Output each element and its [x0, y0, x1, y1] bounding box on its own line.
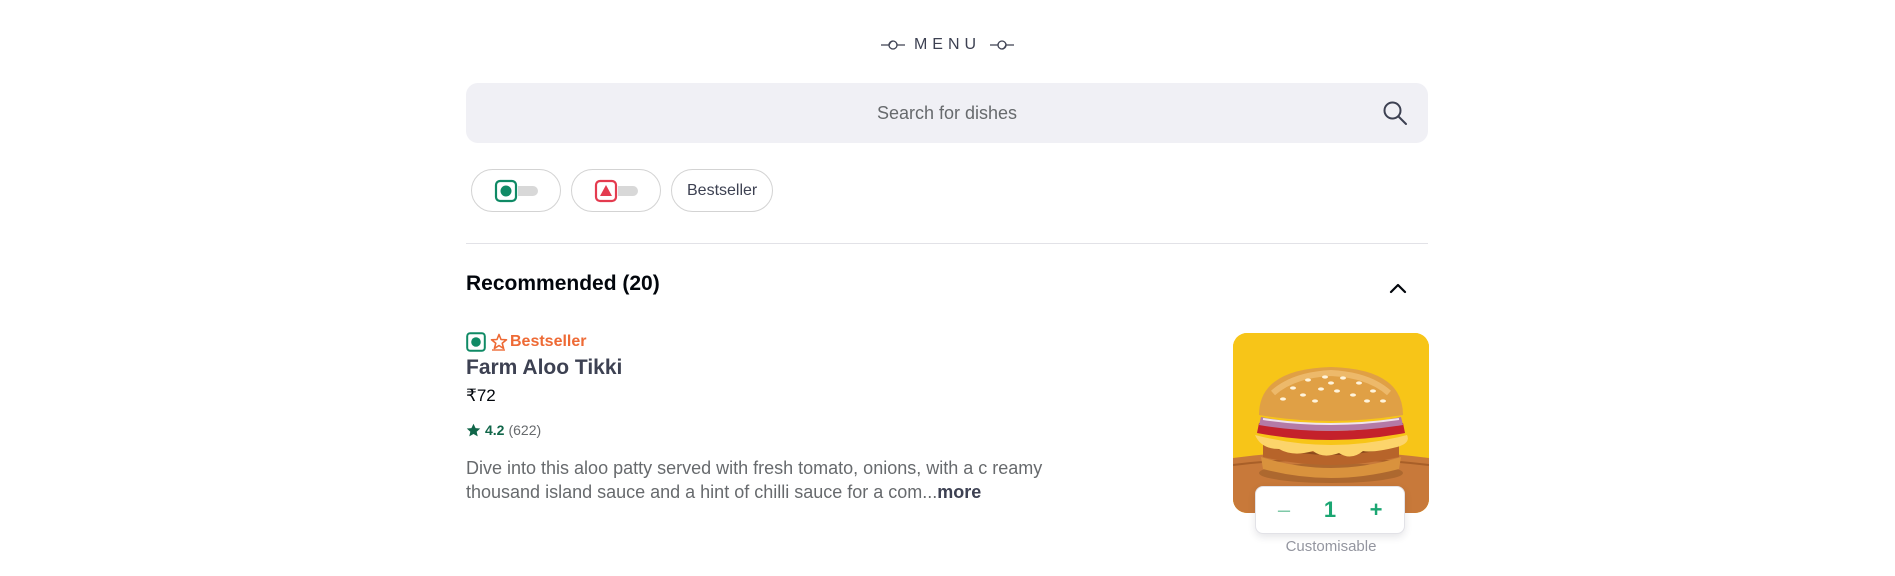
veg-icon	[466, 332, 486, 352]
menu-right-ornament-icon	[990, 40, 1015, 50]
veg-icon	[494, 178, 518, 203]
star-icon	[466, 423, 481, 436]
search-dishes-input[interactable]: Search for dishes	[466, 83, 1428, 143]
section-divider	[466, 243, 1428, 244]
more-link[interactable]: more	[937, 482, 981, 502]
menu-item-details: Bestseller Farm Aloo Tikki ₹72 4.2 (622)…	[466, 332, 1106, 504]
bestseller-filter-label: Bestseller	[687, 181, 758, 199]
nonveg-filter-toggle[interactable]	[571, 169, 661, 212]
chevron-up-icon[interactable]	[1386, 276, 1410, 300]
item-description: Dive into this aloo patty served with fr…	[466, 456, 1106, 504]
search-placeholder: Search for dishes	[876, 102, 1018, 123]
section-title[interactable]: Recommended (20)	[466, 272, 660, 296]
veg-filter-toggle[interactable]	[471, 169, 561, 212]
bestseller-star-icon	[490, 333, 508, 351]
filter-bar: Bestseller	[471, 169, 774, 212]
item-price: ₹72	[466, 386, 496, 405]
quantity-value: 1	[1323, 497, 1337, 522]
bestseller-filter-chip[interactable]: Bestseller	[671, 169, 774, 212]
item-tags: Bestseller	[466, 332, 1106, 352]
increase-quantity-button[interactable]: +	[1366, 497, 1386, 523]
rating-value: 4.2	[485, 422, 505, 438]
nonveg-icon	[594, 178, 618, 203]
item-rating: 4.2 (622)	[466, 422, 1106, 438]
rating-count: (622)	[508, 422, 542, 438]
bestseller-label: Bestseller	[510, 333, 587, 350]
item-name: Farm Aloo Tikki	[466, 356, 623, 379]
bestseller-tag: Bestseller	[490, 333, 587, 351]
menu-heading: MENU	[0, 36, 1895, 54]
quantity-stepper: – 1 +	[1255, 486, 1405, 534]
decrease-quantity-button[interactable]: –	[1274, 497, 1294, 523]
search-icon[interactable]	[1382, 100, 1408, 126]
menu-left-ornament-icon	[880, 40, 905, 50]
customisable-label: Customisable	[1285, 538, 1377, 555]
menu-heading-label: MENU	[913, 36, 982, 53]
